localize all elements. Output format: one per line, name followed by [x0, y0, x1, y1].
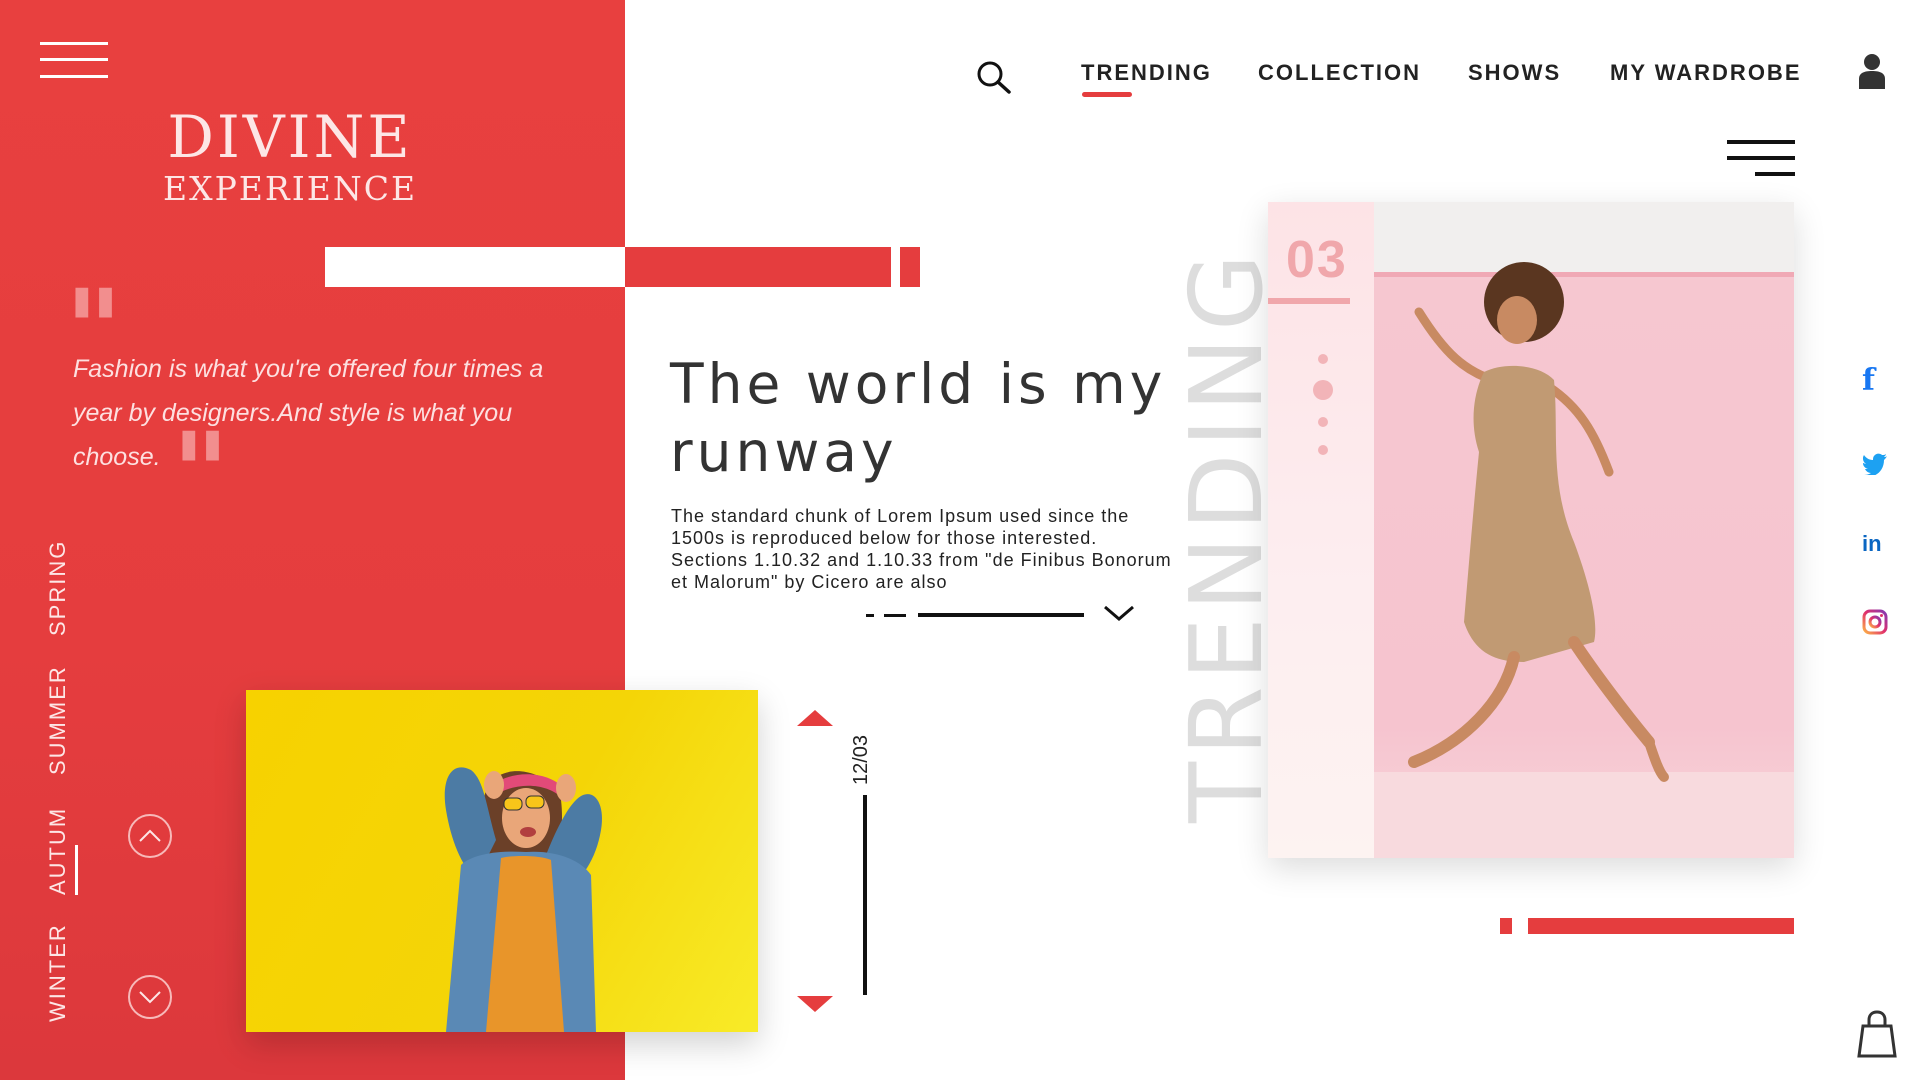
nav-collection[interactable]: COLLECTION [1258, 60, 1421, 86]
user-icon[interactable] [1858, 53, 1886, 89]
chevron-up-icon [139, 829, 161, 842]
season-autum[interactable]: AUTUM [45, 807, 71, 895]
hero-body: The standard chunk of Lorem Ipsum used s… [671, 506, 1172, 592]
season-active-indicator [75, 845, 78, 895]
season-spring[interactable]: SPRING [45, 540, 71, 636]
nav-my-wardrobe[interactable]: MY WARDROBE [1610, 60, 1802, 86]
linkedin-icon[interactable]: in [1862, 531, 1882, 557]
pager-dot[interactable] [1318, 354, 1328, 364]
card-number: 03 [1286, 231, 1348, 289]
decor-bar-long [1528, 918, 1794, 934]
decor-bar-white [325, 247, 625, 287]
card-sidebar: 03 [1268, 202, 1374, 858]
trending-card[interactable]: 03 [1268, 202, 1794, 858]
decor-bar-small [1500, 918, 1512, 934]
brand-logo[interactable]: DIVINE EXPERIENCE [163, 105, 417, 209]
slider-prev-arrow[interactable] [797, 710, 833, 726]
jumping-woman-illustration [1374, 202, 1794, 858]
pager-dot-active[interactable] [1313, 380, 1333, 400]
hero-headline: The world is my runway [670, 352, 1167, 484]
pager-dot[interactable] [1318, 417, 1328, 427]
pager-dot[interactable] [1318, 445, 1328, 455]
chevron-down-icon [139, 991, 161, 1004]
search-icon[interactable] [976, 60, 1012, 94]
instagram-icon[interactable] [1862, 609, 1888, 635]
featured-photo[interactable] [246, 690, 758, 1032]
slider-track [863, 795, 867, 995]
slider-next-arrow[interactable] [797, 996, 833, 1012]
card-photo [1374, 202, 1794, 858]
nav-trending[interactable]: TRENDING [1081, 60, 1212, 86]
card-number-underline [1268, 298, 1350, 304]
season-down-button[interactable] [128, 975, 172, 1019]
divider-dash [884, 614, 906, 617]
brand-line-1: DIVINE [167, 103, 413, 171]
season-winter[interactable]: WINTER [45, 923, 71, 1022]
season-summer[interactable]: SUMMER [45, 665, 71, 775]
secondary-menu-icon[interactable] [1727, 140, 1795, 180]
chevron-down-icon[interactable] [1103, 604, 1135, 622]
season-up-button[interactable] [128, 814, 172, 858]
nav-active-underline [1082, 92, 1132, 97]
quote-text: Fashion is what you're offered four time… [73, 355, 544, 471]
woman-yellow-illustration [444, 767, 602, 1032]
decor-bar-red-short [900, 247, 920, 287]
shopping-bag-icon[interactable] [1855, 1010, 1899, 1058]
quote-close-mark: " [172, 408, 230, 537]
twitter-icon[interactable] [1862, 453, 1888, 475]
divider-line [918, 613, 1084, 617]
facebook-icon[interactable]: f [1862, 363, 1875, 398]
slide-counter: 12/03 [850, 734, 872, 785]
decor-bar-red [625, 247, 891, 287]
brand-line-2: EXPERIENCE [163, 169, 418, 208]
nav-shows[interactable]: SHOWS [1468, 60, 1561, 86]
divider-dash [866, 614, 874, 617]
menu-icon[interactable] [40, 40, 108, 80]
